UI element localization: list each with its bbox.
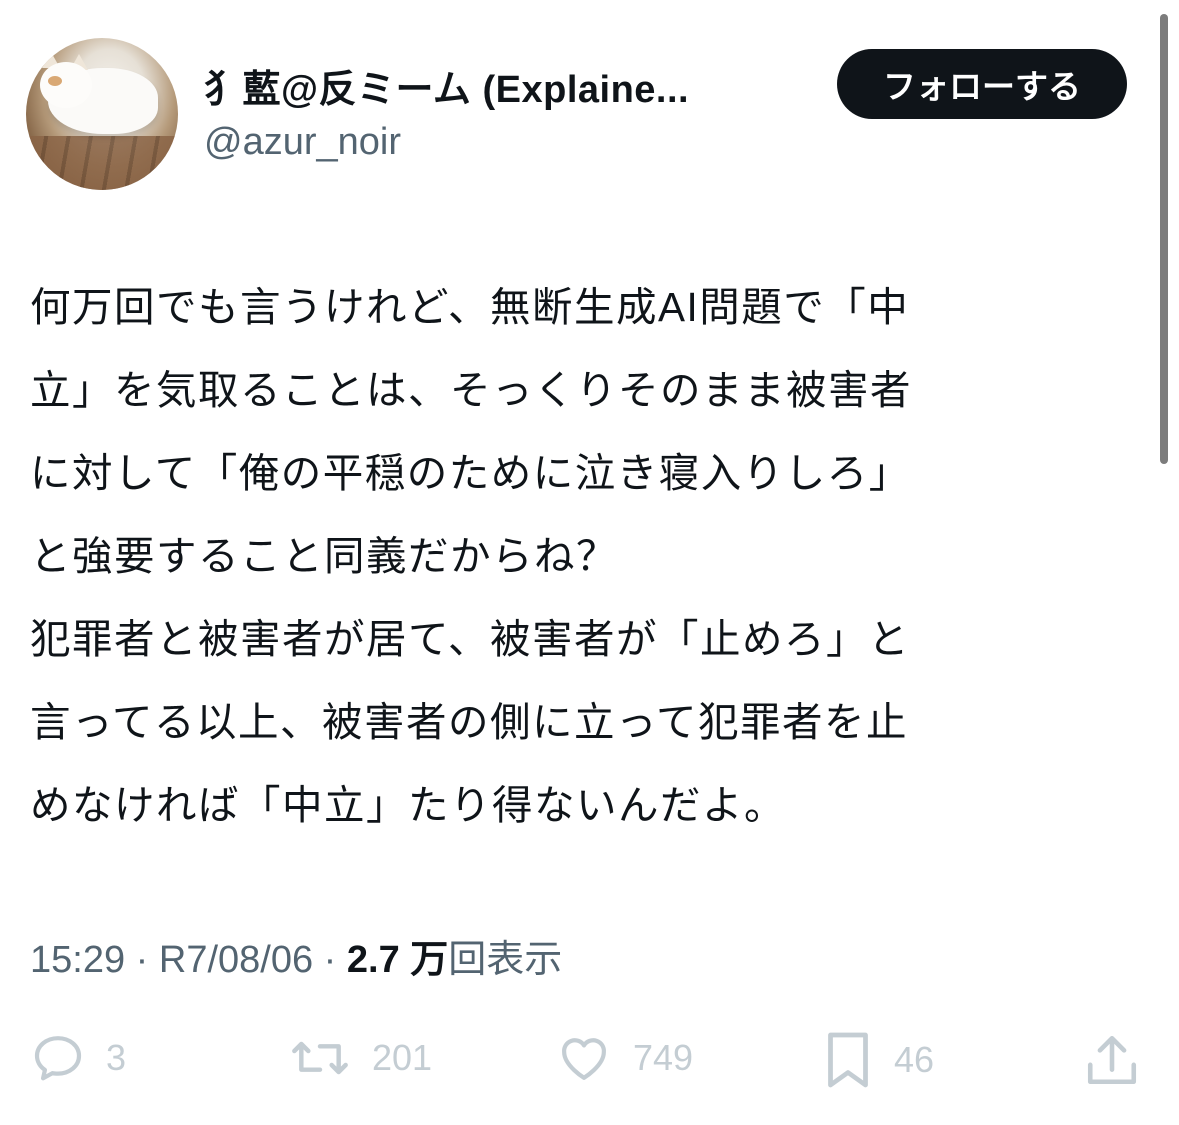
reply-button[interactable]: 3 [30, 1030, 126, 1086]
tweet-line: 言ってる以上、被害者の側に立って犯罪者を止 [30, 699, 908, 745]
views-label: 回表示 [448, 939, 563, 981]
meta-separator: · [313, 939, 347, 981]
tweet-line: 立」を気取ることは、そっくりそのまま被害者 [30, 367, 912, 413]
scrollbar[interactable] [1160, 14, 1168, 464]
tweet-text: 何万回でも言うけれど、無断生成AI問題で「中 立」を気取ることは、そっくりそのま… [30, 266, 1155, 847]
bookmark-icon [828, 1032, 868, 1088]
share-button[interactable] [1083, 1030, 1141, 1090]
tweet-line: めなければ「中立」たり得ないんだよ。 [30, 782, 786, 828]
reply-icon [34, 1036, 82, 1081]
user-handle[interactable]: @azur_noir [204, 121, 401, 164]
reply-count: 3 [106, 1037, 127, 1078]
repost-count: 201 [372, 1037, 433, 1078]
heart-icon [562, 1038, 606, 1080]
avatar-cat-patch [48, 76, 62, 86]
avatar-cat-head [40, 62, 92, 108]
action-bar: 3 201 749 46 [0, 1030, 1179, 1100]
views-count: 2.7 万 [346, 939, 449, 981]
bookmark-count: 46 [894, 1039, 935, 1080]
display-name[interactable]: 犭藍@反ミーム (Explaine... [204, 58, 814, 113]
like-button[interactable]: 749 [555, 1030, 693, 1086]
tweet-line: 何万回でも言うけれど、無断生成AI問題で「中 [30, 284, 910, 330]
repost-icon [292, 1041, 348, 1075]
share-icon [1087, 1035, 1137, 1085]
tweet-line: と強要すること同義だからね？ [30, 533, 618, 579]
avatar-floor [26, 136, 178, 190]
repost-button[interactable]: 201 [288, 1030, 432, 1086]
tweet-time[interactable]: 15:29 [30, 939, 125, 981]
avatar[interactable] [26, 38, 178, 190]
tweet-date[interactable]: R7/08/06 [159, 939, 313, 981]
tweet-line: 犯罪者と被害者が居て、被害者が「止めろ」と [30, 616, 910, 662]
tweet-line: に対して「俺の平穏のために泣き寝入りしろ」 [30, 450, 911, 496]
meta-separator: · [125, 939, 159, 981]
tweet-meta: 15:29 · R7/08/06 · 2.7 万回表示 [30, 928, 562, 983]
like-count: 749 [633, 1037, 694, 1078]
follow-button[interactable]: フォローする [837, 49, 1127, 119]
bookmark-button[interactable]: 46 [822, 1030, 934, 1090]
